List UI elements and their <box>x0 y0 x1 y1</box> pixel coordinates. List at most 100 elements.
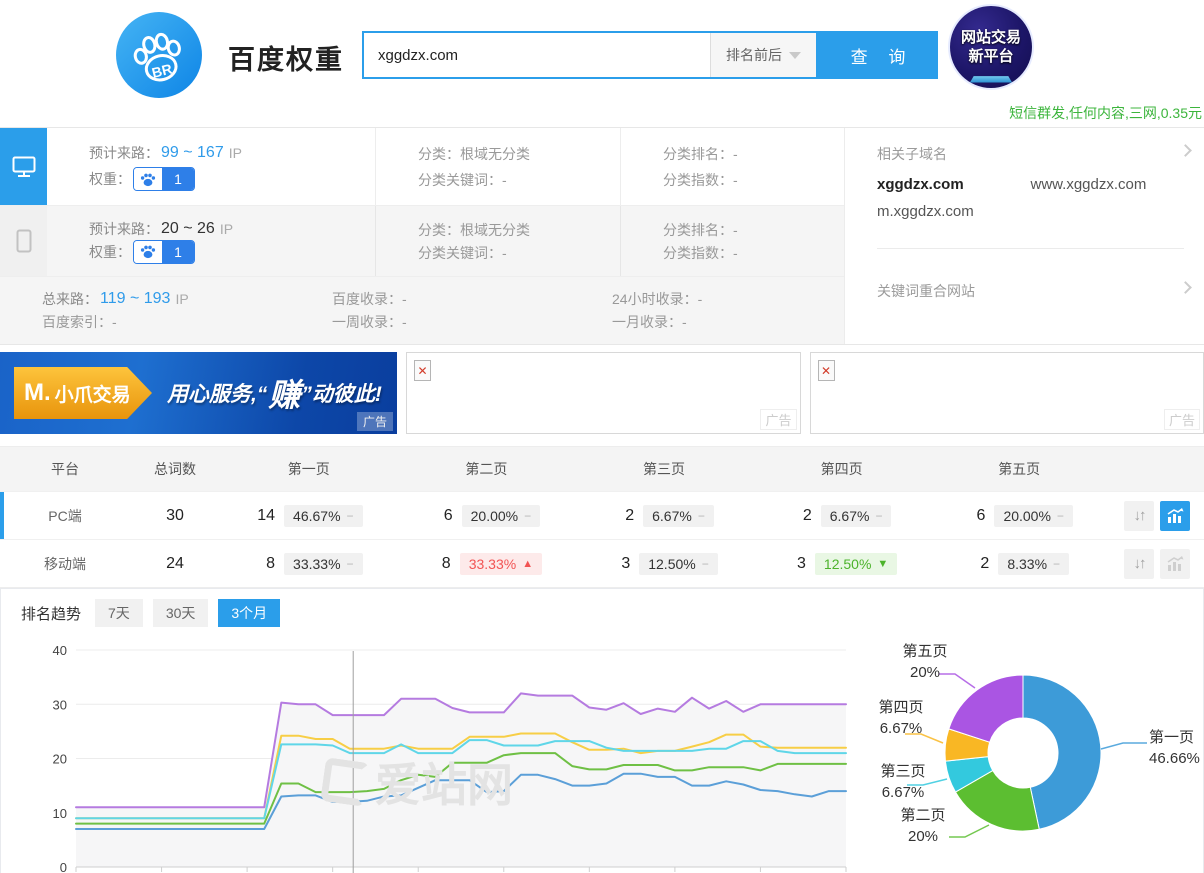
search-box: 排名前后 <box>362 31 818 79</box>
total-words: 30 <box>130 507 220 525</box>
search-bar: 排名前后 查 询 <box>362 31 938 79</box>
trend-flat-icon: − <box>698 509 705 523</box>
mobile-weight-badge[interactable]: 1 <box>133 240 195 264</box>
bar-chart-icon <box>1166 556 1184 572</box>
col-page2: 第二页 <box>398 459 576 479</box>
ad-placeholder[interactable]: ✕ 广告 <box>406 352 801 434</box>
site-trade-sticker[interactable]: 网站交易 新平台 <box>950 6 1032 88</box>
mobile-stats-row: 预计来路： 20 ~ 26 IP 权重： <box>0 206 844 277</box>
ad-placeholder[interactable]: ✕ 广告 <box>810 352 1204 434</box>
rank-order-dropdown[interactable]: 排名前后 <box>710 33 816 77</box>
pc-traffic-value: 99 ~ 167 <box>159 144 226 162</box>
sort-button[interactable]: ↓↑ <box>1124 501 1154 531</box>
ad-tag: 广告 <box>1164 409 1200 430</box>
chart-button-active[interactable] <box>1160 501 1190 531</box>
mobile-category-rank: 分类排名：- <box>663 220 844 240</box>
tab-30days[interactable]: 30天 <box>153 599 209 627</box>
pc-category-rank: 分类排名：- <box>663 144 844 164</box>
search-input[interactable] <box>364 33 710 77</box>
trend-title: 排名趋势 <box>21 603 81 624</box>
pie-label-page2: 第二页 20% <box>891 805 955 847</box>
percent-pill: 6.67%− <box>643 505 714 527</box>
page-count: 6 <box>965 507 985 525</box>
day-collect: 24小时收录：- <box>612 289 844 309</box>
pie-label-page4: 第四页 6.67% <box>869 697 933 739</box>
svg-text:20: 20 <box>53 752 67 767</box>
banner-slogan: 用心服务,“赚”动彼此! <box>160 352 389 434</box>
trend-flat-icon: − <box>875 509 882 523</box>
svg-text:30: 30 <box>53 697 67 712</box>
trend-flat-icon: − <box>1057 509 1064 523</box>
tab-3months[interactable]: 3个月 <box>218 599 280 627</box>
pc-tab[interactable] <box>0 128 47 205</box>
stats-left-panel: 预计来路： 99 ~ 167 IP 权重： <box>0 128 845 344</box>
domain-link[interactable]: www.xggdzx.com <box>1031 176 1185 193</box>
mobile-traffic: 预计来路： 20 ~ 26 IP <box>89 219 375 239</box>
percent-pill: 6.67%− <box>821 505 892 527</box>
trend-section: 排名趋势 7天 30天 3个月 010203040 爱站网 第一页 46.66%… <box>0 588 1204 873</box>
sort-button[interactable]: ↓↑ <box>1124 549 1154 579</box>
trend-flat-icon: − <box>1053 557 1060 571</box>
pc-category-index: 分类指数：- <box>663 170 844 190</box>
mobile-traffic-value: 20 ~ 26 <box>159 220 217 238</box>
page-count: 8 <box>431 555 451 573</box>
page-title: 百度权重 <box>228 38 344 77</box>
col-page5: 第五页 <box>930 459 1108 479</box>
banner-brand-ribbon: M. 小爪交易 <box>14 367 152 419</box>
baidu-index: 百度索引：- <box>42 312 332 332</box>
mobile-tab[interactable] <box>0 206 47 276</box>
total-traffic: 总来路： 119 ~ 193 IP <box>42 289 332 309</box>
trend-flat-icon: − <box>347 509 354 523</box>
tab-7days[interactable]: 7天 <box>95 599 143 627</box>
page-count: 3 <box>610 555 630 573</box>
table-header: 平台 总词数 第一页 第二页 第三页 第四页 第五页 <box>0 447 1204 491</box>
table-row-pc: PC端 30 1446.67%− 620.00%− 26.67%− 26.67%… <box>0 491 1204 539</box>
chart-button[interactable] <box>1160 549 1190 579</box>
baidu-rank-logo: BR <box>116 12 202 98</box>
pc-stats-row: 预计来路： 99 ~ 167 IP 权重： <box>0 128 844 206</box>
stats-right-panel: 相关子域名 xggdzx.com www.xggdzx.com m.xggdzx… <box>857 128 1204 344</box>
stats-section: 预计来路： 99 ~ 167 IP 权重： <box>0 127 1204 345</box>
platform-label: PC端 <box>0 506 130 526</box>
paw-icon <box>134 241 162 263</box>
percent-pill: 33.33%− <box>284 553 363 575</box>
keyword-table: 平台 总词数 第一页 第二页 第三页 第四页 第五页 PC端 30 1446.6… <box>0 446 1204 588</box>
trend-down-icon: ▼ <box>877 558 888 570</box>
page: BR 百度权重 排名前后 查 询 网站交易 新平台 短信群发,任何内容,三网,0… <box>0 0 1204 873</box>
promo-link[interactable]: 短信群发,任何内容,三网,0.35元 <box>1009 103 1202 123</box>
total-traffic-value: 119 ~ 193 <box>98 290 172 308</box>
month-collect: 一月收录：- <box>612 312 844 332</box>
trend-flat-icon: − <box>702 557 709 571</box>
pie-label-page1: 第一页 46.66% <box>1149 727 1204 769</box>
percent-pill: 20.00%− <box>462 505 541 527</box>
platform-label: 移动端 <box>0 554 130 574</box>
pc-weight-badge[interactable]: 1 <box>133 167 195 191</box>
percent-pill: 20.00%− <box>994 505 1073 527</box>
brand-name: 小爪交易 <box>55 380 131 407</box>
pie-label-page3: 第三页 6.67% <box>871 761 935 803</box>
mobile-weight-value: 1 <box>162 241 194 263</box>
domain-link[interactable]: m.xggdzx.com <box>877 203 1031 220</box>
ad-tag: 广告 <box>760 409 796 430</box>
query-button[interactable]: 查 询 <box>818 31 938 79</box>
percent-pill: 8.33%− <box>998 553 1069 575</box>
domain-link[interactable]: xggdzx.com <box>877 176 1031 193</box>
broken-image-icon: ✕ <box>818 360 835 381</box>
sort-arrows-icon: ↓↑ <box>1134 555 1145 572</box>
sticker-line1: 网站交易 <box>961 28 1021 47</box>
pc-category-keyword: 分类关键词：- <box>418 170 620 190</box>
bar-chart-icon <box>1166 508 1184 524</box>
page-count: 2 <box>792 507 812 525</box>
percent-pill: 46.67%− <box>284 505 363 527</box>
summary-stats-row: 总来路： 119 ~ 193 IP 百度索引：- 百度收录：- 一周收录：- 2… <box>0 277 844 344</box>
percent-pill-up: 33.33%▲ <box>460 553 542 575</box>
related-domains-title: 相关子域名 <box>877 144 1184 164</box>
svg-text:40: 40 <box>53 643 67 658</box>
sticker-line2: 新平台 <box>968 47 1013 66</box>
page-count: 8 <box>255 555 275 573</box>
page-count: 3 <box>786 555 806 573</box>
col-total: 总词数 <box>130 459 220 479</box>
broken-image-icon: ✕ <box>414 360 431 381</box>
pc-traffic: 预计来路： 99 ~ 167 IP <box>89 143 375 163</box>
banner-ad[interactable]: M. 小爪交易 用心服务,“赚”动彼此! 广告 <box>0 352 397 434</box>
